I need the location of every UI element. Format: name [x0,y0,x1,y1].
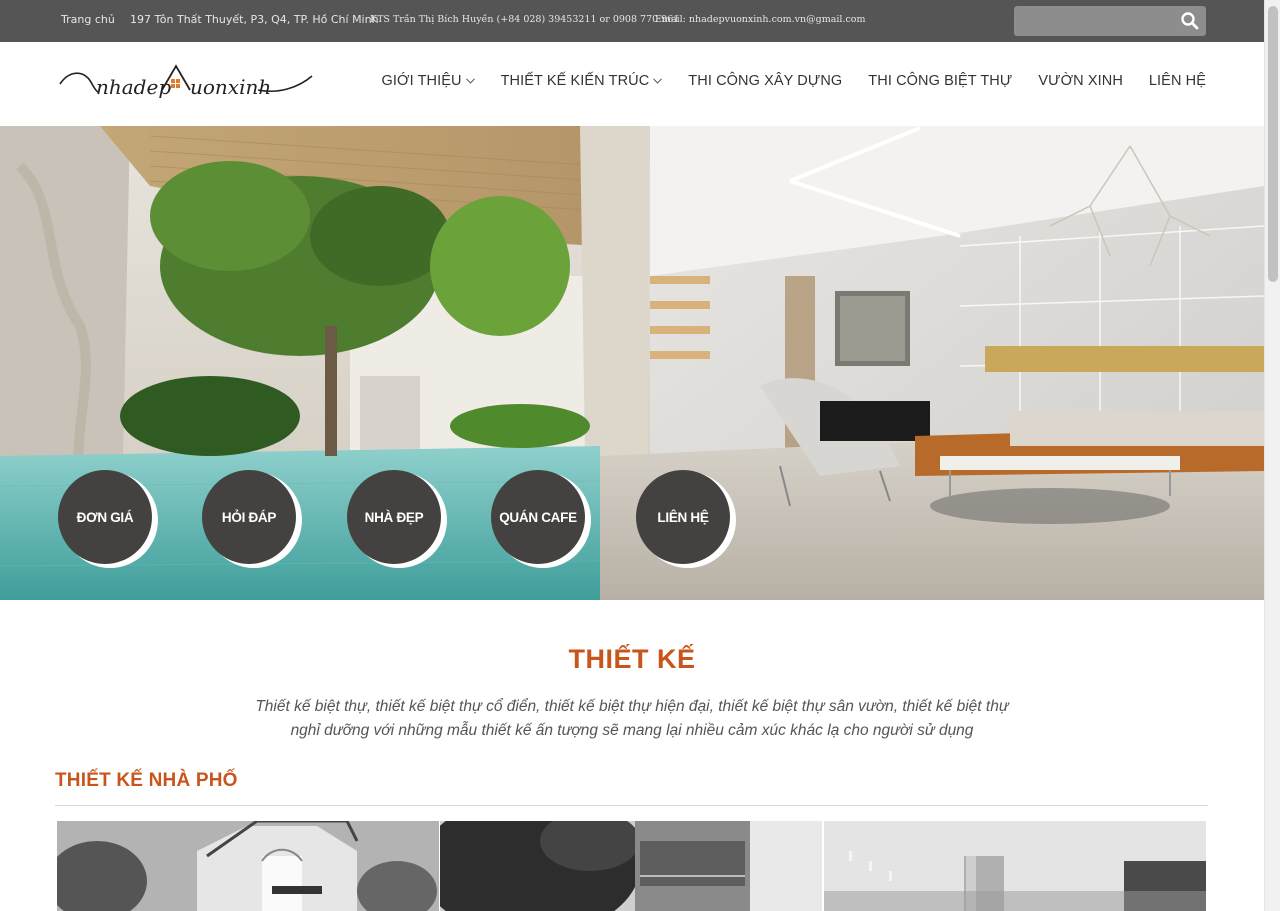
site-header: nhadep uonxinh GIỚI THIỆU THIẾT KẾ KIẾN … [0,42,1264,126]
site-logo[interactable]: nhadep uonxinh [58,60,318,108]
nav-label: THI CÔNG XÂY DỰNG [688,73,843,89]
hoi-dap-button[interactable]: HỎI ĐÁP [202,470,302,568]
scrollbar-thumb[interactable] [1268,6,1278,282]
don-gia-button[interactable]: ĐƠN GIÁ [58,470,158,568]
circle-label: NHÀ ĐẸP [364,509,424,525]
project-thumbnail[interactable] [57,821,439,911]
search-button[interactable] [1180,11,1200,31]
lien-he-button[interactable]: LIÊN HỆ [636,470,736,568]
nav-label: VƯỜN XINH [1038,73,1123,89]
nav-thi-cong-biet-thu[interactable]: THI CÔNG BIỆT THỰ [868,73,1012,89]
thumbnail-image [440,821,822,911]
thumbnail-image [57,821,439,911]
circle-disk: HỎI ĐÁP [202,470,296,564]
circle-disk: LIÊN HỆ [636,470,730,564]
top-bar: Trang chủ 197 Tôn Thất Thuyết, P3, Q4, T… [0,0,1280,42]
nav-thi-cong-xay-dung[interactable]: THI CÔNG XÂY DỰNG [688,73,842,89]
nav-gioi-thieu[interactable]: GIỚI THIỆU [382,73,475,89]
architect-contact: KTS Trần Thị Bích Huyền (+84 028) 394532… [370,14,680,25]
chevron-down-icon [465,78,475,84]
section-title: THIẾT KẾ [568,644,696,674]
project-thumbnail[interactable] [824,821,1206,911]
search-input[interactable] [1014,6,1174,36]
address-text: 197 Tôn Thất Thuyết, P3, Q4, TP. Hồ Chí … [130,13,379,26]
nav-label: LIÊN HỆ [1148,73,1206,89]
search-box [1014,6,1206,36]
thumbnail-image [824,821,1206,911]
hero-image [0,126,1264,600]
nav-lien-he[interactable]: LIÊN HỆ [1149,73,1206,89]
description-line: Thiết kế biệt thự, thiết kế biệt thự cổ … [255,698,1009,715]
nav-thiet-ke-kien-truc[interactable]: THIẾT KẾ KIẾN TRÚC [501,73,663,89]
nav-label: THIẾT KẾ KIẾN TRÚC [500,73,650,89]
circle-disk: ĐƠN GIÁ [58,470,152,564]
project-thumbnail[interactable] [440,821,822,911]
subsection-title[interactable]: THIẾT KẾ NHÀ PHỐ [55,770,238,792]
circle-label: QUÁN CAFE [499,509,577,525]
logo-graphic: nhadep uonxinh [59,64,313,99]
section-description: Thiết kế biệt thự, thiết kế biệt thự cổ … [210,695,1054,743]
nav-label: GIỚI THIỆU [381,73,462,89]
description-line: nghỉ dưỡng với những mẫu thiết kế ấn tượ… [290,722,974,739]
quan-cafe-button[interactable]: QUÁN CAFE [491,470,591,568]
chevron-down-icon [653,78,663,84]
circle-label: LIÊN HỆ [657,509,709,525]
circle-label: HỎI ĐÁP [221,509,277,525]
circle-disk: NHÀ ĐẸP [347,470,441,564]
nav-vuon-xinh[interactable]: VƯỜN XINH [1038,73,1123,89]
email-text: Email: nhadepvuonxinh.com.vn@gmail.com [655,14,866,25]
svg-text:uonxinh: uonxinh [190,75,271,99]
circle-label: ĐƠN GIÁ [76,509,134,525]
divider [55,805,1208,806]
circle-disk: QUÁN CAFE [491,470,585,564]
svg-text:nhadep: nhadep [96,75,171,99]
main-nav: GIỚI THIỆU THIẾT KẾ KIẾN TRÚC THI CÔNG X… [356,73,1206,89]
search-icon [1181,12,1199,30]
page-scrollbar[interactable] [1264,0,1280,911]
nav-label: THI CÔNG BIỆT THỰ [868,73,1013,89]
home-link[interactable]: Trang chủ [61,13,115,26]
hero-banner: ĐƠN GIÁ HỎI ĐÁP NHÀ ĐẸP QUÁN CAFE LIÊN H… [0,126,1264,600]
nha-dep-button[interactable]: NHÀ ĐẸP [347,470,447,568]
